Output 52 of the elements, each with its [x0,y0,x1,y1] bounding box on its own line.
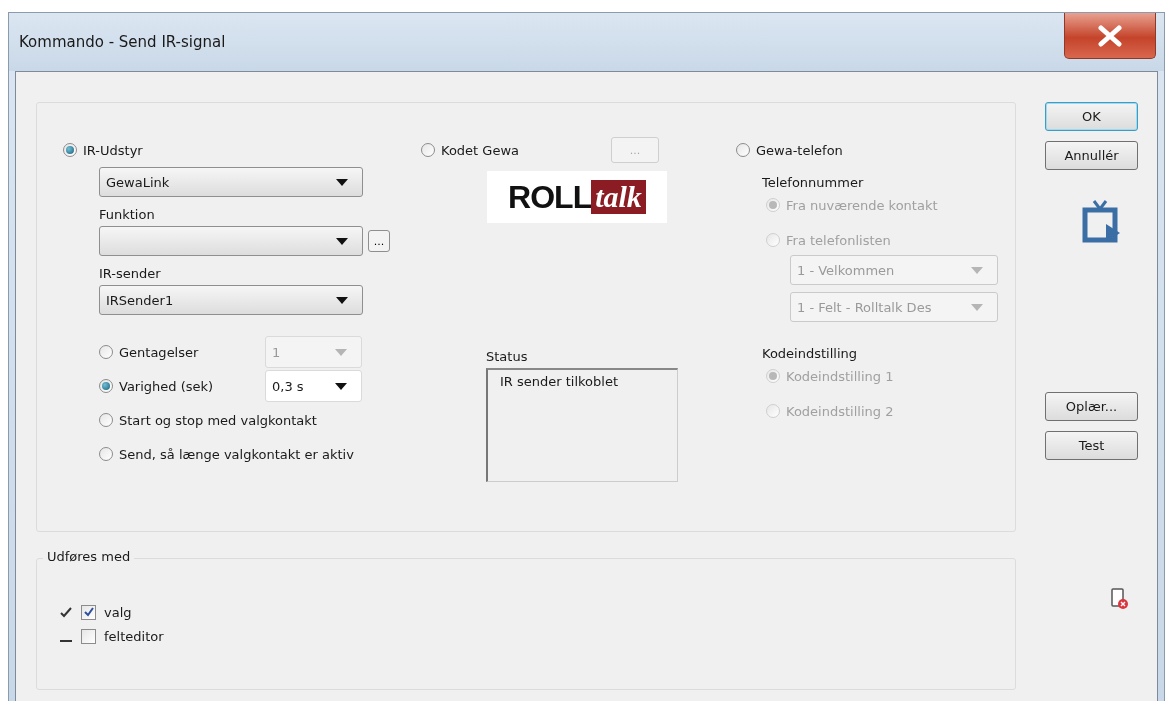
field-label: Funktion [99,207,155,222]
checkbox-label: valg [104,604,132,620]
radio-button[interactable] [99,379,113,393]
radio-label: Send, så længe valgkontakt er aktiv [119,446,354,462]
checkmark-icon [59,606,73,618]
radio-button[interactable] [99,413,113,427]
dropdown[interactable]: IRSender1 [99,285,363,315]
field-label: Kodeindstilling [762,346,857,361]
status-box: IR sender tilkoblet [486,368,678,482]
dash-icon [59,640,73,642]
logo: ROLLtalk [487,171,667,223]
radio-label: Fra nuværende kontakt [786,197,938,213]
field-label: IR-sender [99,266,161,281]
radio-label: Start og stop med valgkontakt [119,412,317,428]
radio-label: Fra telefonlisten [786,232,891,248]
radio-label: Kodeindstilling 1 [786,368,894,384]
cancel-button[interactable]: Annullér [1045,141,1138,170]
dropdown[interactable]: 0,3 s [265,370,362,402]
radio-label: Kodeindstilling 2 [786,403,894,419]
device-error-icon [1110,588,1129,610]
checkbox[interactable] [81,604,96,620]
caret-icon [336,178,348,186]
radio-label: Gentagelser [119,344,199,360]
radio-label: Varighed (sek) [119,378,214,394]
window-title: Kommando - Send IR-signal [19,33,226,51]
checkbox[interactable] [81,628,96,644]
checkbox-label: felteditor [104,628,164,644]
group-label: Udføres med [43,549,135,564]
dropdown[interactable] [99,226,363,256]
radio-label: Gewa-telefon [756,142,843,158]
field-label: Telefonnummer [762,175,864,190]
browse-button[interactable]: ... [368,230,390,252]
dropdown[interactable]: GewaLink [99,167,363,197]
caret-icon [971,303,983,311]
action-button[interactable]: Test [1045,431,1138,460]
radio-button[interactable] [421,143,435,157]
caret-icon [336,296,348,304]
radio-button[interactable] [736,143,750,157]
close-button[interactable] [1064,13,1156,59]
ok-button[interactable]: OK [1045,102,1138,131]
radio-label: Kodet Gewa [441,142,519,158]
close-icon [1097,24,1123,47]
caret-icon [971,266,983,274]
caret-icon [335,348,347,356]
radio-button[interactable] [63,143,77,157]
radio-label: IR-Udstyr [83,142,143,158]
tv-icon [1081,198,1122,246]
caret-icon [335,382,347,390]
caret-icon [336,237,348,245]
field-label: Status [486,349,529,364]
radio-button[interactable] [99,447,113,461]
action-button[interactable]: Oplær... [1045,392,1138,421]
